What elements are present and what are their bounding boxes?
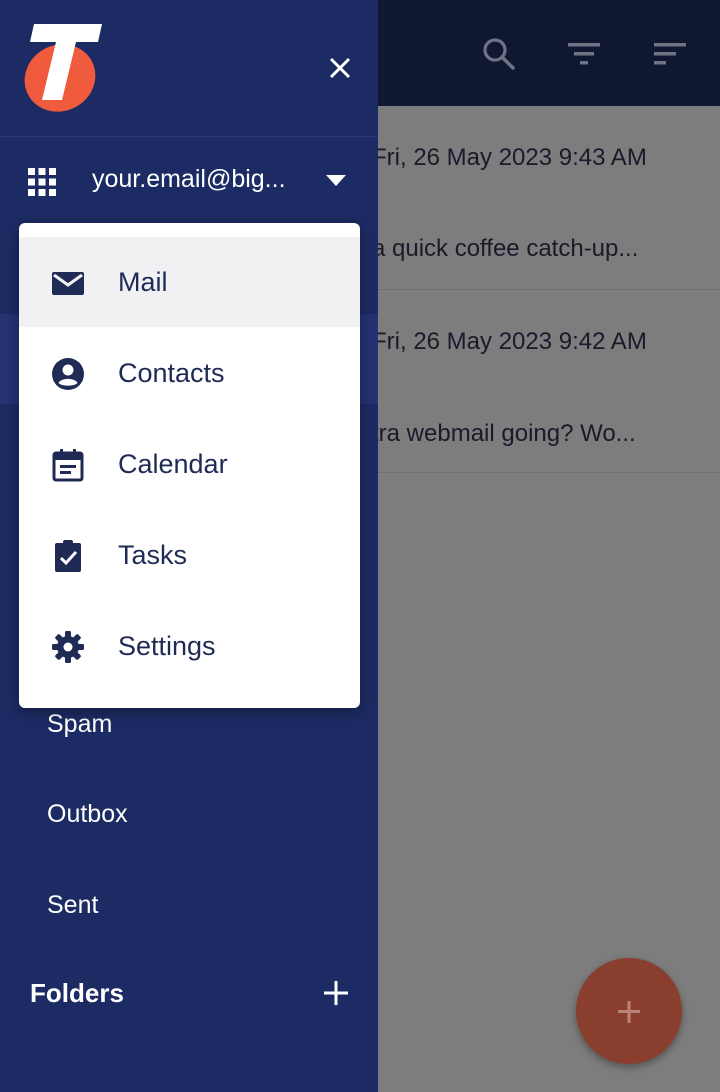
telstra-logo (24, 24, 102, 112)
nav-item-sent[interactable]: Sent (47, 891, 98, 920)
message-snippet: tra webmail going? Wo... (372, 420, 636, 447)
menu-item-mail[interactable]: Mail (19, 237, 360, 327)
caret-down-icon[interactable] (326, 175, 346, 187)
nav-item-spam[interactable]: Spam (47, 710, 112, 739)
message-snippet: a quick coffee catch-up... (372, 235, 639, 262)
account-email: your.email@big... (92, 165, 286, 193)
close-icon[interactable] (328, 56, 352, 80)
menu-item-contacts[interactable]: Contacts (19, 328, 360, 418)
plus-icon[interactable] (324, 981, 348, 1005)
sort-icon[interactable] (650, 34, 690, 74)
menu-item-label: Contacts (118, 358, 225, 388)
tasks-icon (55, 540, 81, 572)
apps-grid-icon[interactable] (28, 168, 56, 196)
menu-item-label: Mail (118, 267, 168, 297)
drawer-header (0, 0, 378, 137)
menu-item-settings[interactable]: Settings (19, 601, 360, 691)
menu-item-label: Tasks (118, 540, 188, 570)
search-icon[interactable] (478, 34, 518, 74)
filter-icon[interactable] (564, 34, 604, 74)
message-date: Fri, 26 May 2023 9:42 AM (372, 328, 647, 355)
calendar-icon (52, 449, 84, 482)
menu-item-label: Settings (118, 631, 216, 661)
settings-icon (52, 631, 84, 663)
compose-button[interactable] (576, 958, 682, 1064)
menu-item-calendar[interactable]: Calendar (19, 419, 360, 509)
folders-heading: Folders (30, 978, 124, 1008)
account-switcher[interactable]: your.email@big... (0, 137, 378, 225)
app-switcher-menu: Mail Contacts Calendar Tasks Settings (19, 223, 360, 708)
mail-icon (52, 272, 84, 295)
menu-item-tasks[interactable]: Tasks (19, 510, 360, 600)
plus-icon (618, 1001, 640, 1023)
menu-item-label: Calendar (118, 449, 228, 479)
contacts-icon (52, 358, 84, 390)
message-date: Fri, 26 May 2023 9:43 AM (372, 144, 647, 171)
nav-item-outbox[interactable]: Outbox (47, 800, 128, 829)
